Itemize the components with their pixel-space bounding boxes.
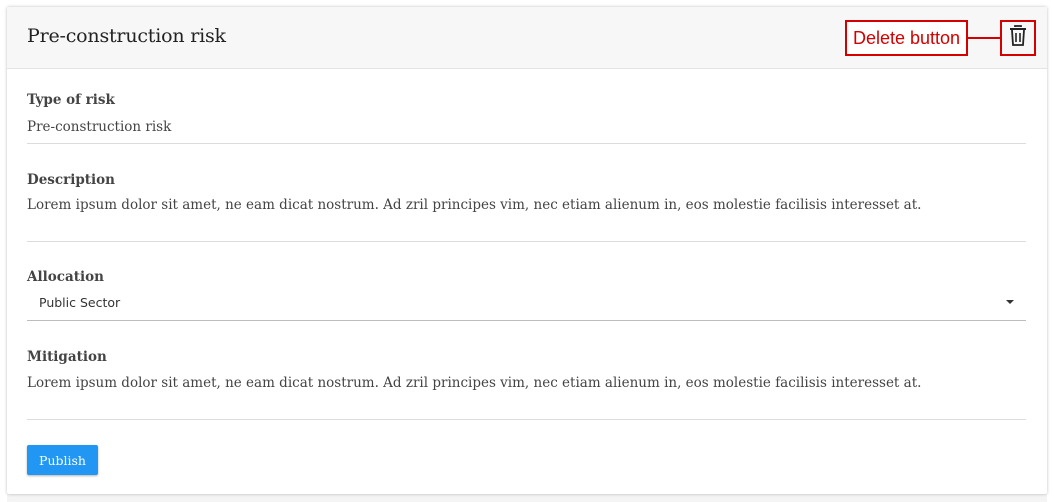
type-of-risk-label: Type of risk — [27, 92, 115, 108]
delete-button[interactable] — [1000, 20, 1036, 56]
type-of-risk-value: Pre-construction risk — [27, 119, 172, 135]
annotation-connector — [968, 37, 1000, 39]
allocation-select[interactable] — [27, 287, 1026, 321]
card-header: Pre-construction risk Delete button — [7, 7, 1047, 69]
risk-card: Pre-construction risk Delete button Type… — [7, 7, 1047, 494]
publish-button[interactable]: Publish — [27, 445, 98, 475]
mitigation-value: Lorem ipsum dolor sit amet, ne eam dicat… — [27, 375, 922, 391]
divider — [27, 419, 1026, 420]
caret-down-icon — [1006, 300, 1014, 304]
description-label: Description — [27, 172, 115, 188]
delete-button-annotation: Delete button — [845, 20, 968, 56]
allocation-selected-value: Public Sector — [39, 295, 121, 310]
allocation-label: Allocation — [27, 269, 104, 285]
mitigation-label: Mitigation — [27, 349, 107, 365]
card-title: Pre-construction risk — [27, 25, 226, 47]
divider — [27, 143, 1026, 144]
trash-icon — [1008, 25, 1028, 51]
description-value: Lorem ipsum dolor sit amet, ne eam dicat… — [27, 197, 922, 213]
divider — [27, 241, 1026, 242]
